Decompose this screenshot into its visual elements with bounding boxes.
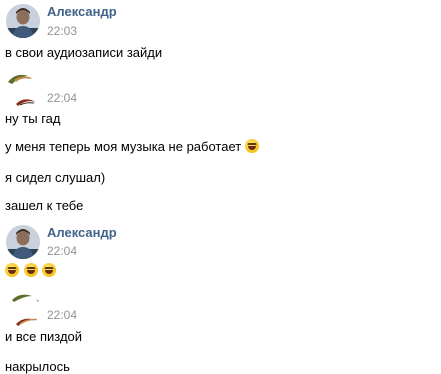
timestamp[interactable]: 22:04 (47, 91, 77, 105)
message-text: накрылось (5, 359, 70, 374)
avatar[interactable] (6, 4, 40, 38)
message-group: 22:04 ну ты гад у меня теперь моя музыка… (0, 66, 441, 216)
message-text: и все пиздой (5, 329, 83, 344)
laughing-face-icon (23, 263, 38, 277)
message-text: у меня теперь моя музыка не работает (5, 139, 260, 154)
timestamp[interactable]: 22:03 (47, 24, 77, 38)
message-group: 22:04 и все пиздой накрылось (0, 286, 441, 374)
message-group: Александр 22:03 в свои аудиозаписи зайди (0, 0, 441, 60)
laughing-face-icon (244, 139, 259, 153)
message-text: зашел к тебе (5, 198, 84, 213)
message-text: я сидел слушал) (5, 170, 106, 185)
message-text: ну ты гад (5, 111, 61, 126)
message-text-content: у меня теперь моя музыка не работает (5, 139, 242, 154)
laughing-face-icon (5, 263, 19, 277)
laughing-face-icon (42, 263, 57, 277)
sender-name[interactable]: Александр (47, 225, 117, 240)
avatar[interactable] (6, 68, 40, 108)
timestamp[interactable]: 22:04 (47, 244, 77, 258)
message-group: Александр 22:04 (0, 221, 441, 285)
avatar[interactable] (6, 225, 40, 259)
sender-name[interactable]: Александр (47, 4, 117, 19)
timestamp[interactable]: 22:04 (47, 308, 77, 322)
message-text: в свои аудиозаписи зайди (5, 45, 163, 60)
avatar[interactable] (6, 288, 40, 328)
emoji-row (5, 263, 57, 278)
